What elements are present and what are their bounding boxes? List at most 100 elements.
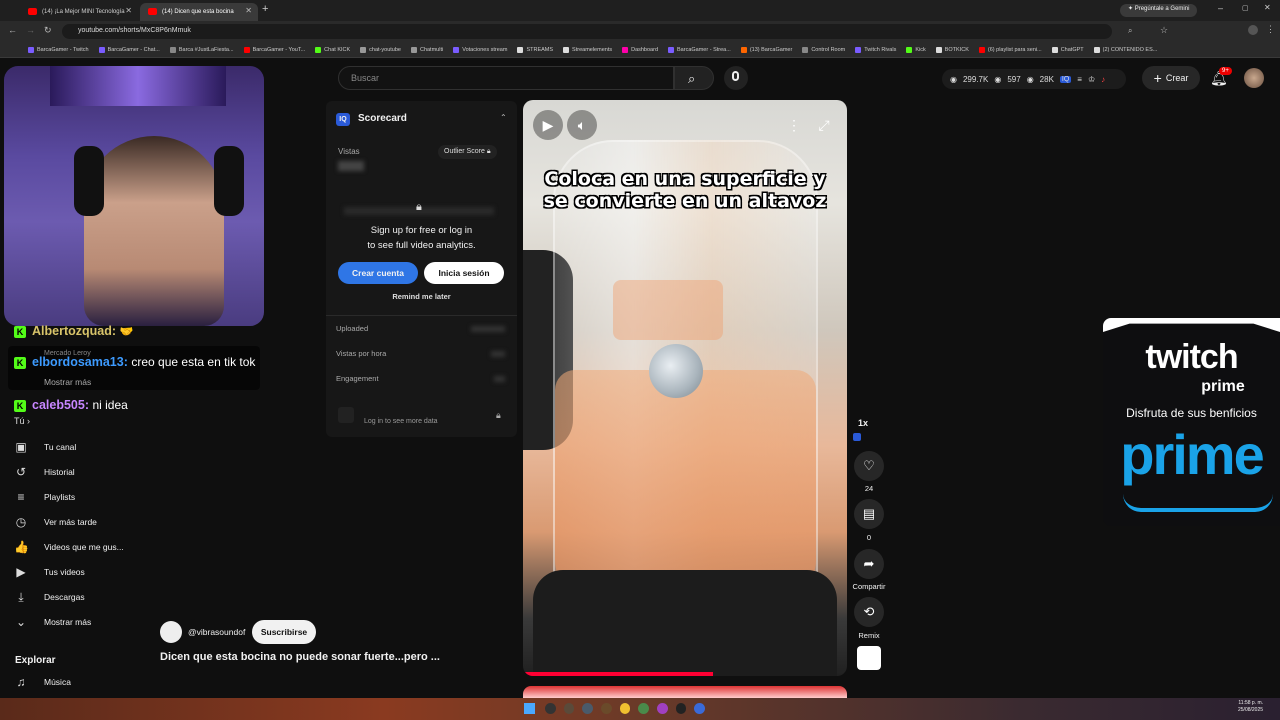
zoom-icon[interactable]: ⌕ xyxy=(1128,26,1132,36)
play-button[interactable]: ▶ xyxy=(533,110,563,140)
emote-icon: 🤝 xyxy=(119,326,134,338)
login-button[interactable]: Inicia sesión xyxy=(424,262,504,284)
views-label: Vistas xyxy=(338,147,360,156)
bookmark-item[interactable]: Votaciones stream xyxy=(453,46,508,53)
tab-bocina[interactable]: (14) Dicen que esta bocina ✕ xyxy=(140,3,258,21)
bookmark-item[interactable]: STREAMS xyxy=(517,46,553,53)
menu-icon[interactable]: ⋮ xyxy=(1266,24,1275,35)
thumbs-up-icon: 👍 xyxy=(14,540,29,554)
login-more-link[interactable]: Log in to see more data xyxy=(364,418,438,425)
profile-icon[interactable] xyxy=(1248,25,1258,35)
remix-button[interactable]: ⟲ xyxy=(854,597,884,627)
sidebar-item-musica[interactable]: ♫ Música xyxy=(14,672,71,692)
subscribe-button[interactable]: Suscribirse xyxy=(252,620,316,644)
app-icon[interactable] xyxy=(675,703,687,714)
like-button[interactable]: ♡ xyxy=(854,451,884,481)
vidiq-icon[interactable]: IQ xyxy=(1059,75,1072,83)
search-input[interactable]: Buscar xyxy=(338,66,674,90)
app-icon[interactable] xyxy=(694,703,706,714)
app-icon[interactable] xyxy=(582,703,594,714)
sidebar-item-tu-canal[interactable]: ▣ Tu canal xyxy=(14,437,76,457)
list-icon[interactable]: ≡ xyxy=(1077,75,1082,84)
bookmark-item[interactable]: Kick xyxy=(906,46,926,53)
outlier-score-chip[interactable]: Outlier Score 🔒︎ xyxy=(438,145,497,159)
bookmark-label: chat-youtube xyxy=(369,46,401,53)
channel-name[interactable]: @vibrasoundof xyxy=(188,627,245,637)
sidebar-item-tus-videos[interactable]: ▶ Tus videos xyxy=(14,562,84,582)
sidebar-item-descargas[interactable]: ⤓ Descargas xyxy=(14,587,84,607)
bookmark-item[interactable]: Dashboard xyxy=(622,46,658,53)
bookmark-item[interactable]: Streamelements xyxy=(563,46,612,53)
bookmark-item[interactable]: BarcaGamer - Strea... xyxy=(668,46,731,53)
reload-icon[interactable]: ↻ xyxy=(44,25,52,36)
sound-thumbnail[interactable] xyxy=(857,646,881,670)
app-icon[interactable] xyxy=(545,703,556,714)
back-icon[interactable]: ← xyxy=(8,25,17,35)
new-tab-button[interactable]: + xyxy=(262,3,268,15)
bookmark-item[interactable]: Twitch Rivals xyxy=(855,46,896,53)
url-field[interactable]: youtube.com/shorts/MxC8P6nMmuk xyxy=(62,24,1112,39)
bell-small-icon[interactable]: ♪ xyxy=(1101,75,1105,84)
bookmark-item[interactable]: BarcaGamer - Twitch xyxy=(28,46,89,53)
shorts-video-player[interactable]: Coloca en una superficie y se convierte … xyxy=(523,100,847,676)
collapse-icon[interactable]: ⌃ xyxy=(500,113,507,122)
bookmark-item[interactable]: ChatGPT xyxy=(1051,46,1084,53)
bookmark-item[interactable]: BarcaGamer - YouT... xyxy=(243,46,305,53)
close-window-icon[interactable]: ✕ xyxy=(1264,3,1271,12)
fullscreen-icon[interactable]: ⤢ xyxy=(809,110,839,140)
bookmark-item[interactable]: Barca #JustLaFiesta... xyxy=(169,46,234,53)
app-icon[interactable] xyxy=(657,703,668,714)
sidebar-show-more-partial[interactable]: Mostrar más xyxy=(44,377,91,387)
bookmark-item[interactable]: chat-youtube xyxy=(360,46,401,53)
bookmark-item[interactable]: BOTKICK xyxy=(935,46,969,53)
channel-avatar[interactable] xyxy=(160,621,182,643)
tab-label: (14) ¡La Mejor MINI Tecnología xyxy=(42,9,125,15)
more-options-icon[interactable]: ⋮ xyxy=(779,110,809,140)
clock[interactable]: 11:58 p. m. 25/08/2025 xyxy=(1238,700,1263,714)
bookmark-item[interactable]: BarcaGamer - Chat... xyxy=(98,46,160,53)
stat-followers: 28K xyxy=(1039,74,1054,84)
avatar[interactable] xyxy=(1244,68,1264,88)
trophy-icon[interactable]: ♔ xyxy=(1088,75,1095,84)
bookmark-label: Votaciones stream xyxy=(462,46,508,53)
maximize-icon[interactable]: ▢ xyxy=(1242,4,1249,12)
mic-button[interactable] xyxy=(724,66,748,90)
sidebar-you-header[interactable]: Tú › xyxy=(14,416,30,426)
create-account-button[interactable]: Crear cuenta xyxy=(338,262,418,284)
start-icon[interactable] xyxy=(524,703,535,714)
create-button[interactable]: + Crear xyxy=(1142,66,1200,90)
comment-button[interactable]: ▤ xyxy=(854,499,884,529)
forward-icon[interactable]: → xyxy=(26,25,35,35)
share-button[interactable]: ➦ xyxy=(854,549,884,579)
sidebar-item-playlists[interactable]: ≡ Playlists xyxy=(14,487,75,507)
speed-indicator[interactable]: 1x xyxy=(858,418,868,428)
next-video-preview[interactable] xyxy=(523,686,847,698)
sidebar-item-mostrar-mas[interactable]: ⌄ Mostrar más xyxy=(14,612,91,632)
chrome-icon[interactable] xyxy=(638,703,650,714)
minimize-icon[interactable]: – xyxy=(1218,3,1223,13)
close-tab-icon[interactable]: ✕ xyxy=(125,6,132,15)
chat-message: K Albertozquad: 🤝 xyxy=(14,324,133,338)
sidebar-item-liked[interactable]: 👍 Videos que me gus... xyxy=(14,537,124,557)
video-title[interactable]: Dicen que esta bocina no puede sonar fue… xyxy=(160,651,440,663)
progress-bar[interactable] xyxy=(523,672,713,676)
app-icon[interactable] xyxy=(601,703,612,714)
bookmark-item[interactable]: (6) playlist para seni... xyxy=(978,46,1042,53)
close-tab-icon[interactable]: ✕ xyxy=(245,6,252,15)
star-icon[interactable]: ☆ xyxy=(1160,25,1168,36)
volume-button[interactable]: 🔈︎ xyxy=(567,110,597,140)
bookmark-item[interactable]: (2) CONTENIDO ES... xyxy=(1093,46,1157,53)
gemini-button[interactable]: ✦ Pregúntale a Gemini xyxy=(1120,4,1198,17)
app-icon[interactable] xyxy=(563,703,575,714)
tab-mini-tecnologia[interactable]: (14) ¡La Mejor MINI Tecnología ✕ xyxy=(20,3,138,21)
folder-icon[interactable] xyxy=(619,703,631,714)
sidebar-item-ver-mas-tarde[interactable]: ◷ Ver más tarde xyxy=(14,512,97,532)
notifications-button[interactable]: 🔔︎ 9+ xyxy=(1210,67,1232,87)
bookmark-item[interactable]: Chatmulti xyxy=(410,46,443,53)
bookmark-item[interactable]: (13) BarcaGamer xyxy=(740,46,792,53)
bookmark-item[interactable]: Control Room xyxy=(802,46,845,53)
bookmark-item[interactable]: Chat KICK xyxy=(315,46,350,53)
remind-later-link[interactable]: Remind me later xyxy=(326,292,517,301)
sidebar-item-historial[interactable]: ↺ Historial xyxy=(14,462,75,482)
search-button[interactable]: ⌕ xyxy=(674,66,714,90)
